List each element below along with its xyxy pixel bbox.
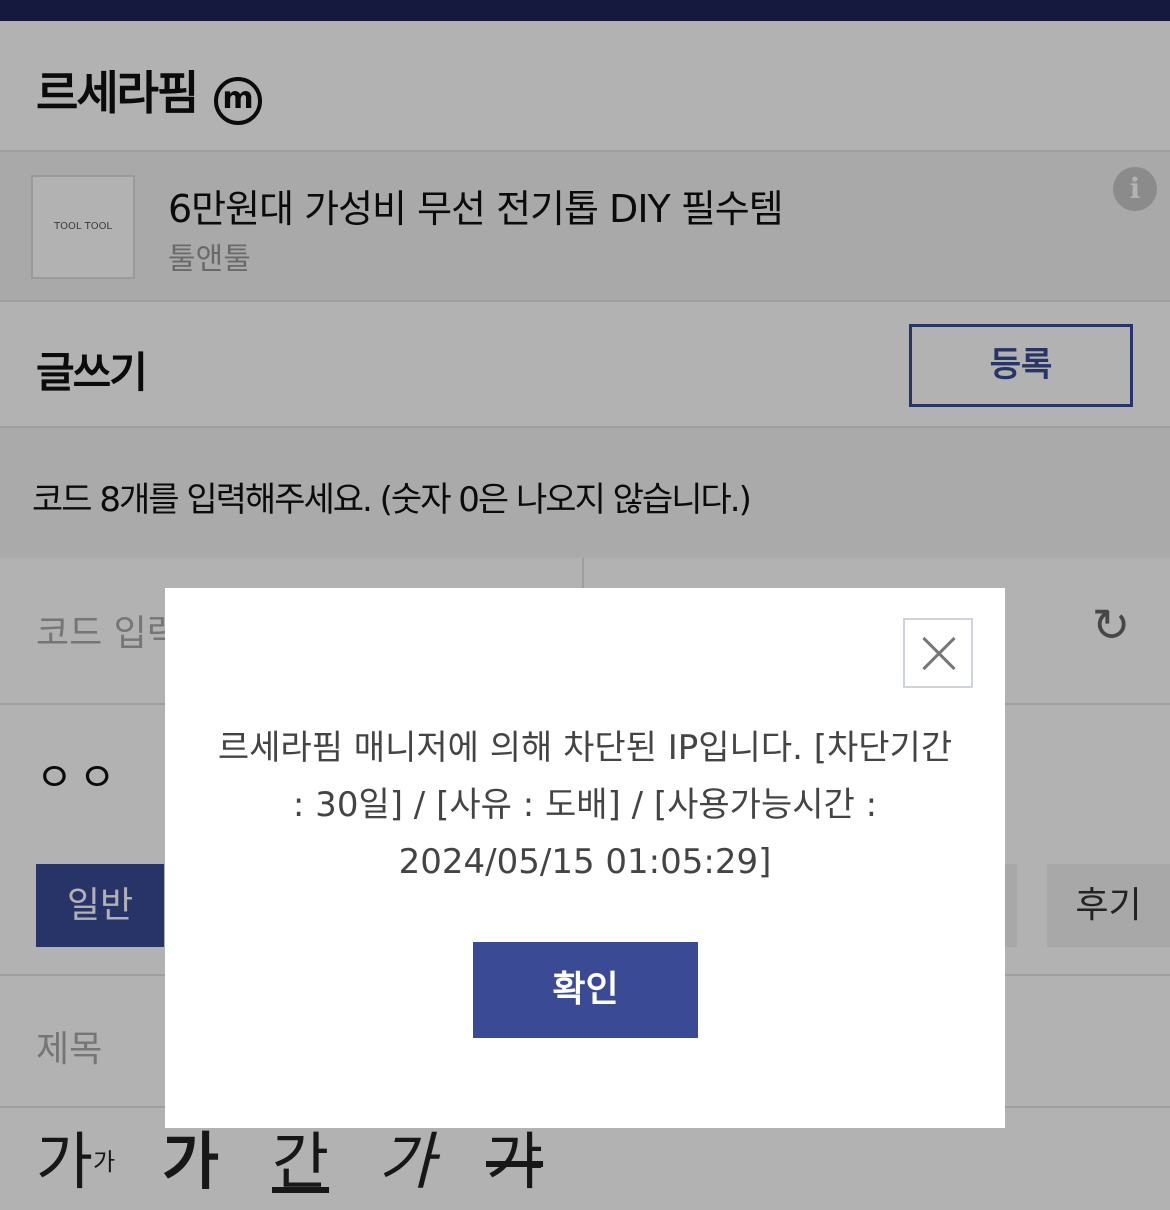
dialog-message-line: : 30일] / [사유 : 도배] / [사용가능시간 : [292, 785, 878, 825]
dialog-message-line: 2024/05/15 01:05:29] [398, 842, 772, 882]
dialog-message-line: 르세라핌 매니저에 의해 차단된 IP입니다. [차단기간 [217, 728, 953, 768]
blocked-ip-dialog: 르세라핌 매니저에 의해 차단된 IP입니다. [차단기간 : 30일] / [… [165, 588, 1005, 1128]
close-icon[interactable] [903, 618, 973, 688]
confirm-button[interactable]: 확인 [473, 942, 698, 1038]
dialog-message: 르세라핌 매니저에 의해 차단된 IP입니다. [차단기간 : 30일] / [… [185, 720, 985, 891]
